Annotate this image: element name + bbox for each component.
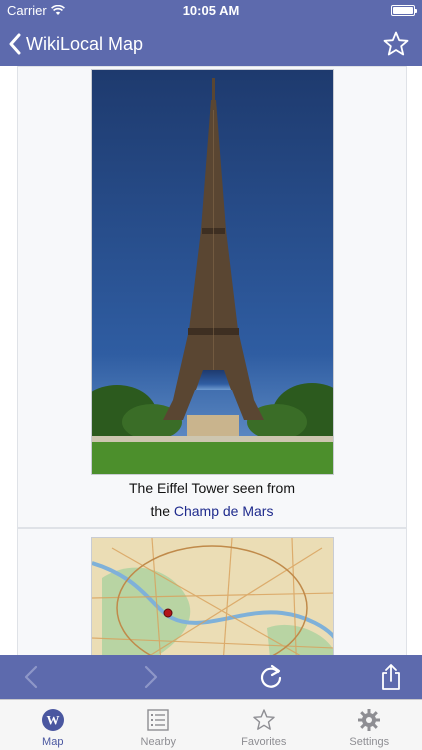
back-arrow-button[interactable] <box>18 663 46 691</box>
champ-de-mars-link[interactable]: Champ de Mars <box>174 503 274 519</box>
article-content[interactable]: The Eiffel Tower seen from the Champ de … <box>0 66 422 655</box>
image-card: The Eiffel Tower seen from the Champ de … <box>17 66 407 528</box>
wikipedia-icon: W <box>41 709 64 731</box>
chevron-left-icon <box>9 33 21 55</box>
svg-text:W: W <box>46 713 59 728</box>
battery-icon <box>391 5 417 16</box>
eiffel-tower-image <box>92 70 333 474</box>
tab-nearby-label: Nearby <box>140 736 176 748</box>
eiffel-tower-photo[interactable] <box>91 69 334 475</box>
gear-icon <box>358 709 381 731</box>
back-button[interactable]: WikiLocal Map <box>8 22 143 66</box>
refresh-button[interactable] <box>257 663 285 691</box>
header: Carrier 10:05 AM WikiLocal Map <box>0 0 422 66</box>
photo-caption: The Eiffel Tower seen from the Champ de … <box>18 477 406 523</box>
caption-line-1: The Eiffel Tower seen from <box>128 480 295 496</box>
tab-nearby[interactable]: Nearby <box>106 700 212 750</box>
forward-arrow-button[interactable] <box>136 663 164 691</box>
navigation-bar: WikiLocal Map <box>0 22 422 66</box>
paris-map-image[interactable] <box>91 537 334 655</box>
share-button[interactable] <box>377 663 405 691</box>
star-icon <box>253 709 275 730</box>
list-icon <box>147 709 169 731</box>
tab-bar: W Map Nearby Favorites Settings <box>0 699 422 750</box>
map-graphic <box>92 538 333 655</box>
caption-prefix: the <box>150 503 170 519</box>
caption-line-2: the Champ de Mars <box>18 500 406 523</box>
tab-map-label: Map <box>42 736 64 748</box>
tab-favorites-label: Favorites <box>241 736 287 748</box>
map-card <box>17 528 407 655</box>
tab-map[interactable]: W Map <box>0 700 106 750</box>
tab-settings-label: Settings <box>349 736 390 748</box>
browser-toolbar <box>0 655 422 699</box>
tab-favorites[interactable]: Favorites <box>211 700 317 750</box>
clock: 10:05 AM <box>182 3 240 18</box>
nav-title: WikiLocal Map <box>26 33 144 54</box>
favorite-star-button[interactable] <box>382 30 410 58</box>
tab-settings[interactable]: Settings <box>317 700 422 750</box>
status-bar: Carrier 10:05 AM <box>0 0 422 22</box>
